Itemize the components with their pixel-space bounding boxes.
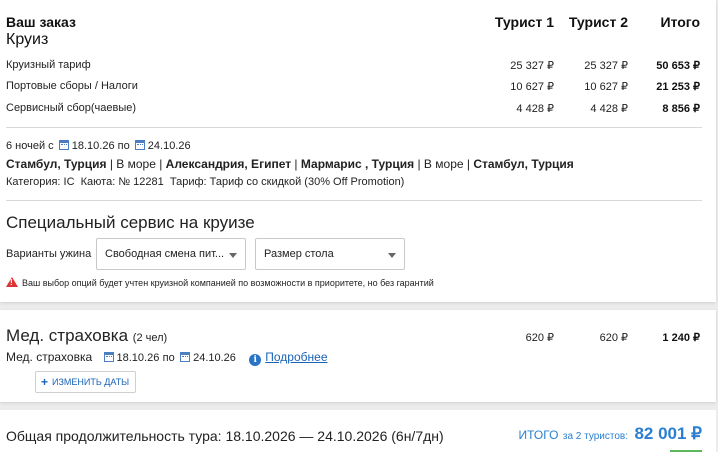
nights-prefix: 6 ночей с (6, 140, 54, 152)
chevron-down-icon (229, 253, 237, 258)
route-port: Александрия, Египет (165, 157, 292, 171)
warning-icon (6, 277, 18, 287)
column-tourist-1: Турист 1 (494, 14, 554, 30)
price-row-label: Портовые сборы / Налоги (6, 80, 138, 92)
table-size-select[interactable]: Размер стола (255, 238, 405, 270)
info-icon: i (249, 354, 262, 366)
date-from: 18.10.26 (71, 140, 115, 152)
more-info-link[interactable]: Подробнее (265, 350, 327, 364)
price-row-total: 50 653 ₽ (656, 60, 700, 72)
divider (6, 200, 702, 201)
price-row-label: Сервисный сбор(чаевые) (6, 102, 137, 114)
column-total: Итого (660, 14, 700, 30)
insurance-title: Мед. страховка (6, 326, 129, 345)
route-separator: | В море | (414, 157, 474, 171)
warning-text: Ваш выбор опций будет учтен круизной ком… (22, 278, 434, 288)
order-subheading: Круиз (6, 31, 49, 48)
table-size-select-value: Размер стола (264, 248, 334, 260)
route-separator: | (291, 157, 301, 171)
insurance-row-label: Мед. страховка (6, 350, 93, 364)
total-label: ИТОГО (518, 428, 559, 442)
change-dates-button[interactable]: + ИЗМЕНИТЬ ДАТЫ (35, 371, 137, 393)
price-row-t1: 25 327 ₽ (510, 60, 554, 72)
price-row-t1: 4 428 ₽ (516, 103, 554, 115)
grand-total: ИТОГО за 2 туристов: 82 001 ₽ (519, 424, 703, 444)
insurance-dates-row: Мед. страховка 18.10.26 по 24.10.26 i Под… (6, 350, 328, 366)
dinner-select[interactable]: Свободная смена пит... (96, 238, 246, 270)
service-title: Специальный сервис на круизе (6, 213, 255, 232)
price-row-t1: 10 627 ₽ (510, 81, 554, 93)
column-tourist-2: Турист 2 (568, 14, 628, 30)
insurance-t2: 620 ₽ (599, 332, 628, 344)
cruise-route: Стамбул, Турция | В море | Александрия, … (6, 157, 574, 171)
route-separator: | В море | (106, 157, 166, 171)
insurance-card: Мед. страховка (2 чел) 620 ₽ 620 ₽ 1 240… (0, 310, 716, 402)
calendar-icon (180, 352, 191, 362)
insurance-t1: 620 ₽ (525, 332, 554, 344)
insurance-date-separator: по (162, 352, 175, 364)
tour-duration: Общая продолжительность тура: 18.10.2026… (6, 428, 444, 444)
divider (6, 127, 702, 128)
route-port: Стамбул, Турция (473, 157, 574, 171)
plus-icon: + (41, 375, 49, 389)
order-card: Ваш заказ Круиз Турист 1 Турист 2 Итого … (0, 0, 716, 302)
price-row-total: 8 856 ₽ (662, 103, 700, 115)
chevron-down-icon (388, 253, 396, 258)
cruise-dates: 6 ночей с 18.10.26 по 24.10.26 (6, 140, 191, 152)
date-separator: по (117, 140, 130, 152)
dinner-select-value: Свободная смена пит... (105, 248, 225, 260)
order-heading: Ваш заказ (6, 14, 76, 30)
insurance-total: 1 240 ₽ (662, 332, 700, 344)
route-port: Стамбул, Турция (6, 157, 107, 171)
insurance-date-to: 24.10.26 (193, 352, 236, 364)
calendar-icon (58, 140, 69, 150)
price-row-total: 21 253 ₽ (656, 81, 700, 93)
insurance-date-from: 18.10.26 (116, 352, 160, 364)
cabin-details: Категория: IC Каюта: № 12281 Тариф: Тари… (6, 176, 405, 188)
price-row-t2: 10 627 ₽ (584, 81, 628, 93)
calendar-icon (103, 352, 114, 362)
change-dates-label: ИЗМЕНИТЬ ДАТЫ (52, 377, 130, 387)
warning-note: Ваш выбор опций будет учтен круизной ком… (6, 277, 434, 288)
price-row-t2: 25 327 ₽ (584, 60, 628, 72)
total-value: 82 001 ₽ (634, 424, 702, 443)
price-row-t2: 4 428 ₽ (590, 103, 628, 115)
date-to: 24.10.26 (147, 140, 191, 152)
total-sub: за 2 туристов: (562, 431, 628, 442)
price-row-label: Круизный тариф (6, 59, 91, 71)
insurance-people: (2 чел) (132, 332, 168, 344)
summary-card: Общая продолжительность тура: 18.10.2026… (0, 410, 716, 452)
route-port: Мармарис , Турция (300, 157, 415, 171)
calendar-icon (134, 140, 145, 150)
insurance-title-row: Мед. страховка (2 чел) (6, 326, 167, 346)
dinner-label: Варианты ужина (6, 248, 92, 260)
